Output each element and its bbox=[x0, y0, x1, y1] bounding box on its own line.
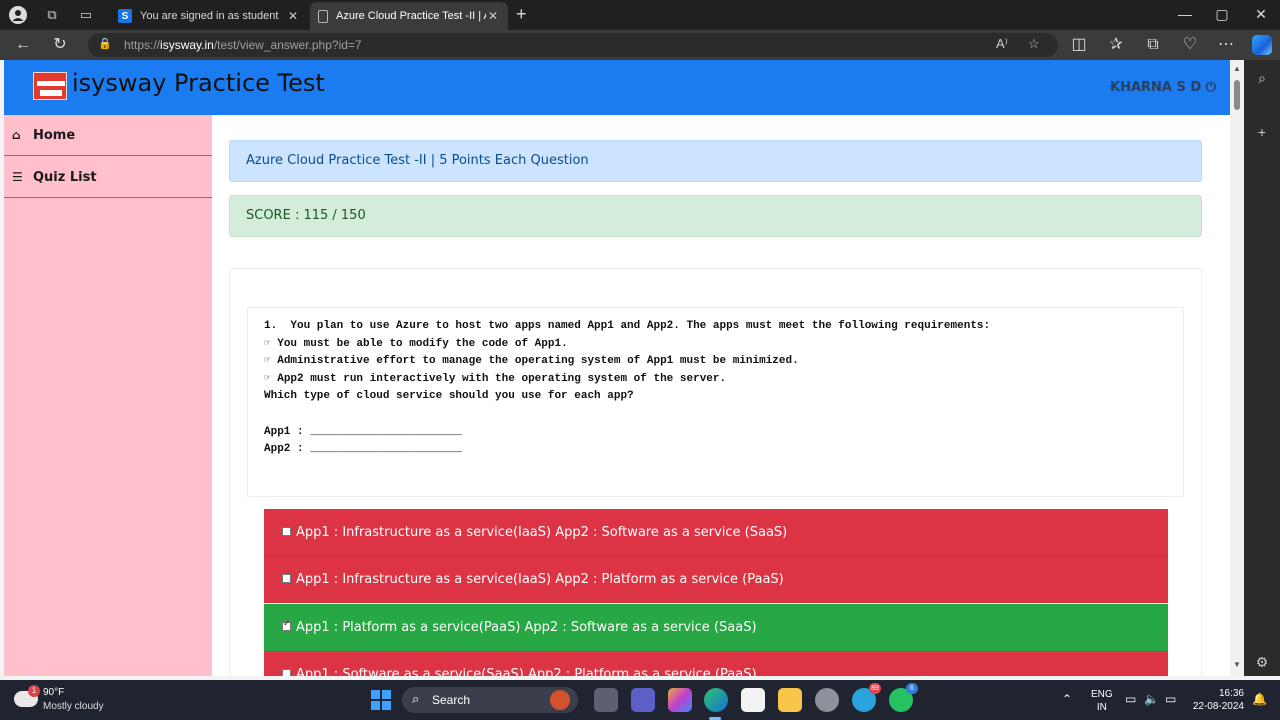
user-menu[interactable]: KHARNA S D ⏻ bbox=[1110, 80, 1216, 95]
home-icon: ⌂ bbox=[12, 128, 21, 142]
sidebar-item-label: Quiz List bbox=[33, 169, 97, 185]
search-icon[interactable]: ⌕ bbox=[1254, 70, 1270, 86]
address-bar[interactable]: 🔒 https://isysway.in/test/view_answer.ph… bbox=[88, 33, 1058, 57]
browser-toolbar: ← ↻ 🔒 https://isysway.in/test/view_answe… bbox=[0, 30, 1280, 60]
question-text: 1. You plan to use Azure to host two app… bbox=[247, 307, 1184, 497]
refresh-button[interactable]: ↻ bbox=[50, 35, 70, 55]
answer-label: App1 : Infrastructure as a service(IaaS)… bbox=[296, 571, 784, 587]
copilot-app-icon[interactable] bbox=[668, 688, 692, 712]
telegram-icon[interactable]: 89 bbox=[852, 683, 881, 712]
site-header: isysway Practice Test KHARNA S D ⏻ bbox=[4, 60, 1230, 115]
answer-option-1[interactable]: App1 : Infrastructure as a service(IaaS)… bbox=[264, 509, 1168, 556]
back-button[interactable]: ← bbox=[13, 35, 33, 55]
favorite-star-icon[interactable]: ☆ bbox=[1028, 36, 1040, 52]
scroll-down-icon[interactable]: ▼ bbox=[1233, 660, 1241, 669]
sidebar-item-label: Home bbox=[33, 127, 76, 143]
tab-title: You are signed in as student bbox=[140, 10, 279, 22]
tray-overflow-icon[interactable]: ⌃ bbox=[1062, 692, 1072, 706]
minimize-button[interactable]: — bbox=[1175, 6, 1195, 22]
teams-chat-icon[interactable] bbox=[631, 688, 655, 712]
network-icon[interactable]: ▭ bbox=[1125, 692, 1136, 706]
answer-option-3[interactable]: App1 : Platform as a service(PaaS) App2 … bbox=[264, 604, 1168, 651]
answer-label: App1 : Platform as a service(PaaS) App2 … bbox=[296, 619, 757, 635]
question-card: 1. You plan to use Azure to host two app… bbox=[229, 268, 1202, 676]
clock-time: 16:36 bbox=[1218, 688, 1244, 699]
search-label: Search bbox=[432, 693, 471, 707]
copilot-icon[interactable] bbox=[1252, 35, 1272, 55]
main-content: Azure Cloud Practice Test -II | 5 Points… bbox=[212, 115, 1230, 676]
language-label: ENG bbox=[1091, 689, 1113, 700]
battery-icon[interactable]: ▭ bbox=[1165, 692, 1176, 706]
answer-option-4[interactable]: App1 : Software as a service(SaaS) App2 … bbox=[264, 651, 1168, 676]
test-title: Azure Cloud Practice Test -II | 5 Points… bbox=[229, 140, 1202, 182]
page-scrollbar[interactable]: ▲ ▼ bbox=[1230, 60, 1244, 676]
weather-temperature: 90°F bbox=[43, 687, 65, 698]
sidebar: ⌂ Home ☰ Quiz List bbox=[4, 115, 212, 676]
close-tab-icon[interactable]: ✕ bbox=[286, 9, 300, 23]
page-icon bbox=[318, 9, 328, 23]
split-screen-icon[interactable]: ◫ bbox=[1069, 35, 1089, 55]
site-logo[interactable] bbox=[33, 72, 67, 100]
browser-essentials-icon[interactable]: ♡ bbox=[1180, 35, 1200, 55]
windows-taskbar: 1 90°F Mostly cloudy ⌕ Search 89 6 ⌃ ENG… bbox=[0, 680, 1280, 720]
window-close-button[interactable]: ✕ bbox=[1251, 6, 1271, 23]
file-explorer-icon[interactable] bbox=[778, 688, 802, 712]
taskbar-search[interactable]: ⌕ Search bbox=[402, 687, 578, 713]
notification-badge: 1 bbox=[28, 685, 40, 697]
settings-app-icon[interactable] bbox=[815, 688, 839, 712]
site-favicon-icon: S bbox=[118, 9, 132, 23]
microsoft-store-icon[interactable] bbox=[741, 688, 765, 712]
weather-condition: Mostly cloudy bbox=[43, 701, 104, 712]
lock-icon[interactable]: 🔒 bbox=[98, 37, 112, 50]
read-aloud-icon[interactable]: A⁾ bbox=[996, 36, 1008, 52]
start-button[interactable] bbox=[371, 690, 391, 710]
scroll-up-icon[interactable]: ▲ bbox=[1233, 64, 1241, 73]
more-options-icon[interactable]: ⋯ bbox=[1216, 35, 1236, 55]
answer-checkbox[interactable] bbox=[282, 573, 291, 583]
url-text: https://isysway.in/test/view_answer.php?… bbox=[124, 38, 362, 52]
sidebar-item-home[interactable]: ⌂ Home bbox=[4, 115, 212, 156]
close-tab-icon[interactable]: ✕ bbox=[486, 9, 500, 23]
search-highlight-icon bbox=[550, 690, 570, 710]
language-indicator[interactable]: ENG IN bbox=[1091, 688, 1113, 714]
profile-icon[interactable] bbox=[9, 6, 27, 24]
whatsapp-icon[interactable]: 6 bbox=[889, 683, 918, 712]
region-label: IN bbox=[1096, 702, 1107, 713]
scroll-thumb[interactable] bbox=[1234, 80, 1240, 110]
answer-checkbox[interactable] bbox=[282, 526, 291, 536]
browser-sidebar: ⌕ + ⚙ bbox=[1244, 60, 1280, 676]
favorites-icon[interactable]: ✰ bbox=[1106, 35, 1126, 55]
tab-signed-in[interactable]: S You are signed in as student ✕ bbox=[110, 2, 308, 30]
sidebar-settings-icon[interactable]: ⚙ bbox=[1254, 654, 1270, 670]
answer-label: App1 : Infrastructure as a service(IaaS)… bbox=[296, 524, 788, 540]
task-view-icon[interactable] bbox=[594, 688, 618, 712]
answer-checkbox[interactable] bbox=[282, 668, 291, 676]
search-icon: ⌕ bbox=[412, 691, 420, 706]
maximize-button[interactable]: ▢ bbox=[1212, 6, 1232, 23]
site-brand[interactable]: isysway Practice Test bbox=[72, 69, 325, 97]
collections-icon[interactable]: ⧉ bbox=[1143, 35, 1163, 55]
answer-option-2[interactable]: App1 : Infrastructure as a service(IaaS)… bbox=[264, 556, 1168, 603]
edge-browser-icon[interactable] bbox=[704, 688, 728, 712]
telegram-badge: 89 bbox=[869, 683, 881, 694]
tab-actions-icon[interactable]: ▭ bbox=[77, 6, 95, 24]
whatsapp-badge: 6 bbox=[906, 683, 918, 694]
add-sidebar-icon[interactable]: + bbox=[1254, 124, 1270, 140]
new-tab-button[interactable]: + bbox=[516, 4, 527, 25]
page-viewport: isysway Practice Test KHARNA S D ⏻ ⌂ Hom… bbox=[4, 60, 1230, 676]
notifications-bell-icon[interactable]: 🔔 bbox=[1252, 692, 1267, 706]
tab-azure-test[interactable]: Azure Cloud Practice Test -II | Ans ✕ bbox=[310, 2, 508, 30]
answer-checkbox-checked[interactable] bbox=[282, 619, 291, 631]
browser-tab-bar: ⧉ ▭ S You are signed in as student ✕ Azu… bbox=[0, 0, 1280, 30]
answer-label: App1 : Software as a service(SaaS) App2 … bbox=[296, 666, 757, 677]
list-icon: ☰ bbox=[12, 170, 23, 184]
tab-title: Azure Cloud Practice Test -II | Ans bbox=[336, 10, 486, 22]
sidebar-item-quiz-list[interactable]: ☰ Quiz List bbox=[4, 157, 212, 198]
score-banner: SCORE : 115 / 150 bbox=[229, 195, 1202, 237]
clock[interactable]: 16:36 22-08-2024 bbox=[1192, 687, 1244, 713]
workspaces-icon[interactable]: ⧉ bbox=[43, 6, 61, 24]
clock-date: 22-08-2024 bbox=[1192, 701, 1244, 712]
volume-muted-icon[interactable]: 🔈 bbox=[1144, 692, 1159, 706]
